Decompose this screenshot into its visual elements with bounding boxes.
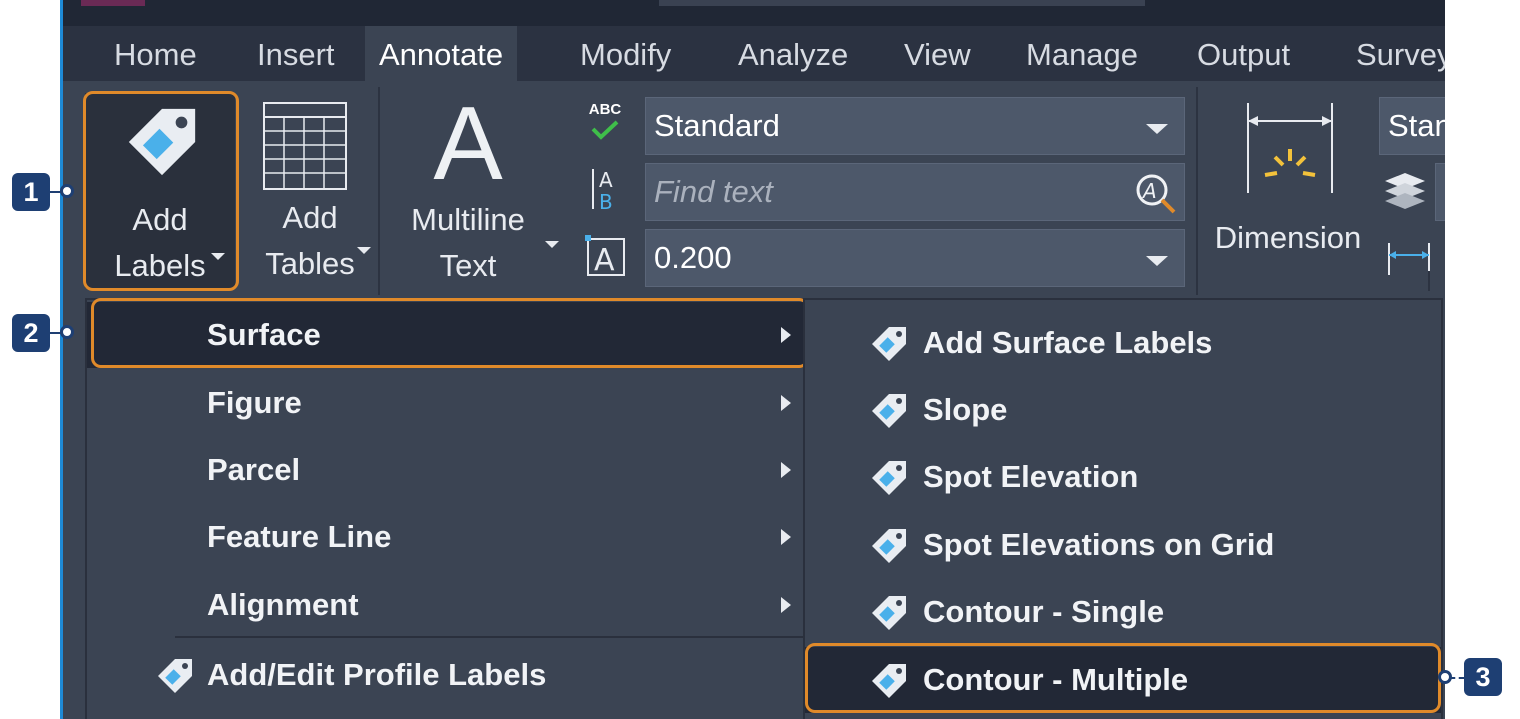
menu-item-parcel[interactable]: Parcel bbox=[87, 437, 803, 503]
submenu-item-label: Add Surface Labels bbox=[923, 325, 1213, 360]
chevron-down-icon bbox=[357, 247, 371, 254]
dimension-label: Dimension bbox=[1214, 220, 1362, 255]
dimension-button[interactable]: Dimension bbox=[1203, 93, 1373, 288]
text-height-icon[interactable]: A bbox=[583, 233, 627, 279]
text-style-dropdown[interactable]: Standard bbox=[645, 97, 1185, 155]
submenu-item-spot-elevation[interactable]: Spot Elevation bbox=[805, 444, 1441, 510]
text-height-dropdown[interactable]: 0.200 bbox=[645, 229, 1185, 287]
panel-separator bbox=[1428, 271, 1430, 291]
svg-text:A: A bbox=[1141, 179, 1157, 203]
tab-view[interactable]: View bbox=[890, 26, 985, 81]
submenu-item-slope[interactable]: Slope bbox=[805, 377, 1441, 443]
label-tag-icon bbox=[869, 324, 909, 364]
panel-separator bbox=[378, 87, 380, 295]
label-tag-icon bbox=[869, 593, 909, 633]
menu-item-label: Figure bbox=[207, 385, 302, 420]
search-icon[interactable]: A bbox=[1134, 172, 1178, 216]
menu-item-figure[interactable]: Figure bbox=[87, 370, 803, 436]
tab-annotate[interactable]: Annotate bbox=[365, 26, 518, 81]
surface-item-highlight bbox=[91, 298, 809, 368]
linear-dimension-icon[interactable] bbox=[1385, 239, 1433, 279]
add-tables-line1: Add bbox=[282, 200, 338, 235]
menu-item-label: Feature Line bbox=[207, 519, 392, 554]
chevron-down-icon bbox=[545, 241, 559, 248]
menu-divider bbox=[175, 636, 803, 638]
layers-icon[interactable] bbox=[1381, 167, 1429, 215]
svg-text:A: A bbox=[594, 243, 615, 278]
submenu-item-label: Spot Elevation bbox=[923, 459, 1139, 494]
tab-analyze[interactable]: Analyze bbox=[724, 26, 862, 81]
svg-text:B: B bbox=[599, 190, 613, 213]
add-tables-button[interactable]: Add Tables bbox=[245, 93, 375, 288]
add-tables-line2: Tables bbox=[265, 246, 355, 281]
text-height-value: 0.200 bbox=[654, 240, 732, 275]
tab-insert[interactable]: Insert bbox=[243, 26, 349, 81]
callout-badge-3: 3 bbox=[1464, 658, 1502, 696]
menu-item-feature-line[interactable]: Feature Line bbox=[87, 504, 803, 570]
layer-dropdown[interactable] bbox=[1435, 163, 1445, 221]
menu-item-label: Alignment bbox=[207, 587, 359, 622]
title-bar bbox=[63, 0, 1445, 26]
chevron-down-icon bbox=[1146, 256, 1168, 266]
label-tag-icon bbox=[869, 391, 909, 431]
add-labels-highlight bbox=[83, 91, 239, 291]
tab-home[interactable]: Home bbox=[100, 26, 211, 81]
label-tag-icon bbox=[155, 656, 195, 696]
dimension-style-dropdown[interactable]: Stan bbox=[1379, 97, 1445, 155]
app-logo[interactable] bbox=[81, 0, 145, 6]
submenu-item-spot-elevations-on-grid[interactable]: Spot Elevations on Grid bbox=[805, 512, 1441, 578]
callout-dot bbox=[60, 184, 74, 198]
callout-leader bbox=[1450, 677, 1464, 679]
tab-survey[interactable]: Survey bbox=[1342, 26, 1445, 81]
menu-item-label: Add/Edit Profile Labels bbox=[207, 657, 547, 692]
callout-badge-2: 2 bbox=[12, 314, 50, 352]
tab-manage[interactable]: Manage bbox=[1012, 26, 1152, 81]
spell-check-icon[interactable]: ABC bbox=[583, 101, 627, 141]
tab-output[interactable]: Output bbox=[1183, 26, 1304, 81]
multiline-line1: Multiline bbox=[411, 202, 525, 237]
submenu-item-label: Slope bbox=[923, 392, 1008, 427]
submenu-item-label: Contour - Single bbox=[923, 594, 1165, 629]
label-tag-icon bbox=[869, 458, 909, 498]
check-mark-icon bbox=[591, 120, 619, 140]
multiline-text-icon: A bbox=[433, 86, 503, 202]
dimension-icon bbox=[1247, 103, 1333, 193]
multiline-text-button[interactable]: A Multiline Text bbox=[393, 89, 573, 288]
panel-separator bbox=[1196, 87, 1198, 295]
autocad-window: Home Insert Annotate Modify Analyze View… bbox=[60, 0, 1445, 719]
label-tag-icon bbox=[869, 526, 909, 566]
submenu-item-label: Spot Elevations on Grid bbox=[923, 527, 1275, 562]
table-icon bbox=[263, 102, 347, 190]
find-text-placeholder: Find text bbox=[654, 174, 773, 209]
menu-item-alignment[interactable]: Alignment bbox=[87, 572, 803, 638]
contour-multiple-highlight bbox=[805, 643, 1441, 713]
tab-modify[interactable]: Modify bbox=[566, 26, 685, 81]
find-text-input[interactable]: Find text A bbox=[645, 163, 1185, 221]
annotate-ribbon-panel: Add Labels Add Tables A Multiline Text A… bbox=[63, 81, 1445, 299]
chevron-right-icon bbox=[781, 597, 791, 613]
text-style-value: Standard bbox=[654, 108, 780, 143]
chevron-right-icon bbox=[781, 462, 791, 478]
menu-item-label: Parcel bbox=[207, 452, 301, 487]
dimension-style-value: Stan bbox=[1388, 108, 1445, 143]
multiline-line2: Text bbox=[439, 248, 497, 283]
chevron-down-icon bbox=[1146, 124, 1168, 134]
chevron-right-icon bbox=[781, 529, 791, 545]
title-search-box[interactable] bbox=[659, 0, 1145, 6]
callout-dot bbox=[60, 325, 74, 339]
submenu-item-contour-single[interactable]: Contour - Single bbox=[805, 579, 1441, 645]
svg-text:A: A bbox=[599, 168, 613, 192]
menu-item-add-edit-profile-labels[interactable]: Add/Edit Profile Labels bbox=[87, 642, 803, 708]
callout-badge-1: 1 bbox=[12, 173, 50, 211]
chevron-right-icon bbox=[781, 395, 791, 411]
submenu-item-add-surface-labels[interactable]: Add Surface Labels bbox=[805, 310, 1441, 376]
ribbon-tab-bar: Home Insert Annotate Modify Analyze View… bbox=[63, 26, 1445, 81]
find-replace-icon[interactable]: A B bbox=[585, 165, 625, 213]
